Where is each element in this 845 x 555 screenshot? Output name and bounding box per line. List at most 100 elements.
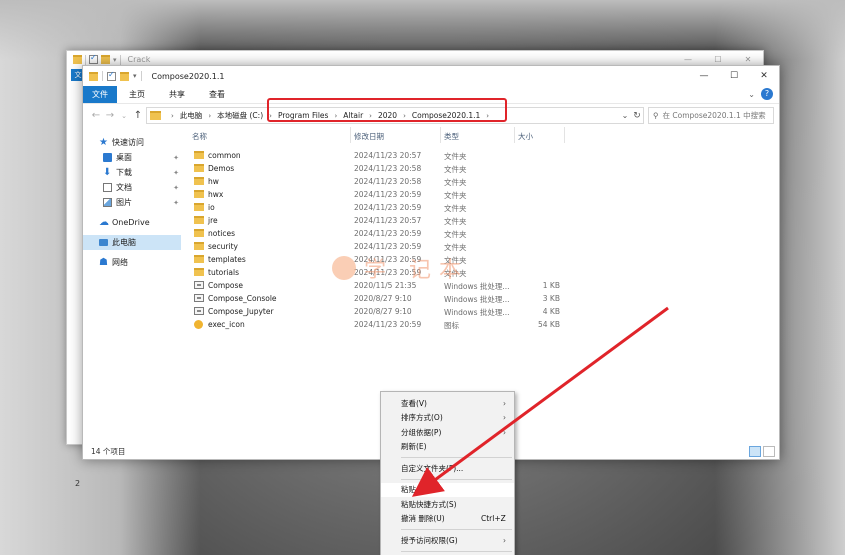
details-view-icon[interactable] [749, 445, 761, 457]
menu-item[interactable]: 排序方式(O) › [381, 411, 514, 426]
menu-item[interactable]: 粘贴快捷方式(S) [381, 497, 514, 512]
table-row[interactable]: exec_icon 2024/11/23 20:59 图标 54 KB [190, 318, 779, 331]
menu-item[interactable]: 自定义文件夹(F)... [381, 461, 514, 476]
properties-icon[interactable] [107, 70, 116, 81]
file-size: 1 KB [542, 281, 560, 290]
tab-view[interactable]: 查看 [197, 86, 237, 103]
refresh-icon[interactable]: ↻ [631, 111, 643, 121]
help-icon[interactable]: ? [761, 88, 773, 100]
window-title: Compose2020.1.1 [151, 71, 225, 81]
menu-item-label: 查看(V) [401, 398, 427, 408]
menu-item[interactable]: 分组依据(P) › [381, 425, 514, 440]
breadcrumb-compose[interactable]: Compose2020.1.1 › [412, 111, 495, 120]
nav-documents[interactable]: 文档 ✦ [83, 180, 181, 195]
column-size[interactable]: 大小 [518, 131, 533, 142]
table-row[interactable]: tutorials 2024/11/23 20:59 文件夹 [190, 266, 779, 279]
file-date: 2024/11/23 20:59 [354, 229, 422, 238]
nav-onedrive[interactable]: ☁ OneDrive [83, 215, 181, 230]
menu-item[interactable]: 查看(V) › [381, 396, 514, 411]
menu-item-label: 排序方式(O) [401, 413, 443, 423]
folder-icon [194, 229, 204, 237]
file-type: Windows 批处理... [444, 295, 510, 304]
submenu-chevron-icon: › [503, 413, 506, 423]
large-icons-view-icon[interactable] [763, 445, 775, 457]
file-type: 文件夹 [444, 152, 467, 161]
nav-this-pc[interactable]: 此电脑 [83, 235, 181, 250]
menu-item[interactable]: 授予访问权限(G) › [381, 533, 514, 548]
table-row[interactable]: templates 2024/11/23 20:59 文件夹 [190, 253, 779, 266]
file-name: security [208, 242, 238, 251]
table-row[interactable]: hwx 2024/11/23 20:59 文件夹 [190, 188, 779, 201]
column-divider [350, 127, 351, 143]
watermark-text: 学 记本 [364, 258, 469, 283]
recent-locations-icon[interactable]: ⌄ [117, 112, 131, 120]
table-row[interactable]: io 2024/11/23 20:59 文件夹 [190, 201, 779, 214]
column-type[interactable]: 类型 [444, 131, 459, 142]
table-row[interactable]: security 2024/11/23 20:59 文件夹 [190, 240, 779, 253]
file-type: 文件夹 [444, 204, 467, 213]
file-name: tutorials [208, 268, 239, 277]
table-row[interactable]: Compose 2020/11/5 21:35 Windows 批处理... 1 KB [190, 279, 779, 292]
pin-icon: ✦ [173, 153, 179, 162]
table-row[interactable]: common 2024/11/23 20:57 文件夹 [190, 149, 779, 162]
close-button[interactable]: ✕ [749, 66, 779, 86]
nav-network[interactable]: ☗ 网络 [83, 255, 181, 270]
table-row[interactable]: Compose_Console 2020/8/27 9:10 Windows 批处理… [190, 292, 779, 305]
breadcrumb-altair[interactable]: Altair › [343, 111, 378, 120]
breadcrumb-local-disk[interactable]: 本地磁盘 (C:) › [217, 110, 278, 121]
breadcrumb-this-pc[interactable]: 此电脑 › [180, 110, 217, 121]
address-bar[interactable]: › 此电脑 › 本地磁盘 (C:) › Program Files › Altair ›… [146, 107, 644, 124]
tab-share[interactable]: 共享 [157, 86, 197, 103]
computer-icon [99, 239, 108, 246]
nav-downloads[interactable]: ⬇ 下载 ✦ [83, 165, 181, 180]
table-row[interactable]: Compose_Jupyter 2020/8/27 9:10 Windows 批处理… [190, 305, 779, 318]
table-row[interactable]: notices 2024/11/23 20:59 文件夹 [190, 227, 779, 240]
submenu-chevron-icon: › [503, 427, 506, 437]
address-dropdown-icon[interactable]: ⌄ [619, 111, 631, 120]
view-toggle [749, 445, 775, 457]
search-input[interactable]: ⚲ 在 Compose2020.1.1 中搜索 [648, 107, 774, 124]
batch-file-icon [194, 294, 204, 302]
file-date: 2024/11/23 20:57 [354, 151, 422, 160]
folder-icon [150, 111, 161, 120]
nav-quick-access[interactable]: ★ 快速访问 [83, 135, 181, 150]
table-row[interactable]: jre 2024/11/23 20:57 文件夹 [190, 214, 779, 227]
network-icon: ☗ [99, 257, 108, 268]
folder-icon [73, 55, 82, 64]
picture-icon [103, 198, 112, 207]
nav-desktop[interactable]: 桌面 ✦ [83, 150, 181, 165]
menu-item-label: 粘贴快捷方式(S) [401, 499, 457, 509]
folder-icon [194, 177, 204, 185]
batch-file-icon [194, 307, 204, 315]
menu-item-label: 自定义文件夹(F)... [401, 463, 464, 473]
divider [102, 71, 103, 81]
file-type: 图标 [444, 321, 459, 330]
menu-item[interactable]: 粘贴(P) [381, 482, 514, 497]
quick-access-dropdown-icon[interactable]: ▾ [133, 72, 137, 80]
tab-file[interactable]: 文件 [83, 86, 117, 103]
table-row[interactable]: hw 2024/11/23 20:58 文件夹 [190, 175, 779, 188]
column-date[interactable]: 修改日期 [354, 131, 384, 142]
column-name[interactable]: 名称 [192, 131, 207, 142]
up-icon[interactable]: ↑ [131, 110, 145, 121]
file-name: templates [208, 255, 246, 264]
minimize-button[interactable]: — [689, 66, 719, 86]
expand-ribbon-icon[interactable]: ⌄ [748, 90, 755, 99]
pin-icon: ✦ [173, 183, 179, 192]
forward-icon[interactable]: → [103, 110, 117, 121]
breadcrumb-program-files[interactable]: Program Files › [278, 111, 343, 120]
new-folder-icon[interactable] [120, 71, 129, 81]
background-item-count: 2 [75, 479, 81, 488]
table-row[interactable]: Demos 2024/11/23 20:58 文件夹 [190, 162, 779, 175]
breadcrumb-2020[interactable]: 2020 › [378, 111, 412, 120]
watermark: 学 记本 [332, 252, 469, 284]
file-size: 3 KB [542, 294, 560, 303]
tab-home[interactable]: 主页 [117, 86, 157, 103]
menu-item[interactable]: 撤消 删除(U) Ctrl+Z [381, 512, 514, 527]
maximize-button[interactable]: ☐ [719, 66, 749, 86]
back-icon[interactable]: ← [89, 110, 103, 121]
file-type: 文件夹 [444, 165, 467, 174]
nav-pictures[interactable]: 图片 ✦ [83, 195, 181, 210]
menu-item[interactable]: 刷新(E) [381, 440, 514, 455]
ribbon-tabs: 文件 主页 共享 查看 ⌄ ? [83, 86, 779, 103]
